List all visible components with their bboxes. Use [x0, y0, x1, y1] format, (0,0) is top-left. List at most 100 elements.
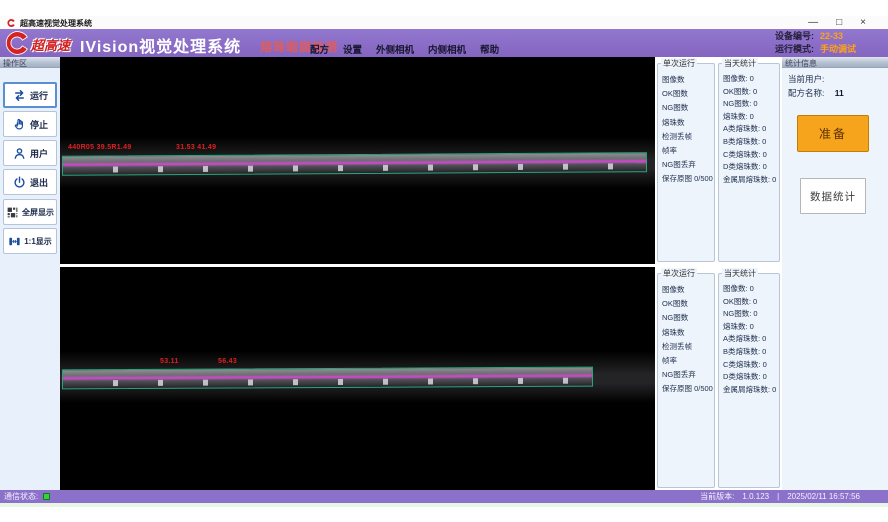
measurement-annotation: 440R05 39.5R1.49: [68, 144, 132, 151]
menu-item[interactable]: 配方: [310, 42, 329, 56]
run-mode-label: 运行模式:: [775, 43, 814, 56]
stop-button-label: 停止: [30, 118, 48, 131]
menu-item[interactable]: 帮助: [480, 42, 499, 56]
single-run-rows: 图像数OK图数NG图数熔珠数检测丢帧帧率NG图丢弃保存原图 0/500: [658, 274, 714, 397]
stat-row: NG图数: 0: [719, 98, 779, 111]
stats-panel-inner: 单次运行 图像数OK图数NG图数熔珠数检测丢帧帧率NG图丢弃保存原图 0/500…: [657, 267, 780, 490]
stat-row: 图像数: [658, 73, 714, 87]
run-button[interactable]: 运行: [3, 82, 57, 108]
stat-row: NG图丢弃: [658, 368, 714, 382]
recipe-name-label: 配方名称:: [788, 88, 824, 98]
daily-stats-rows: 图像数: 0OK图数: 0NG图数: 0熔珠数: 0A类熔珠数: 0B类熔珠数:…: [719, 274, 779, 396]
menu-item[interactable]: 内侧相机: [428, 42, 466, 56]
app-title: IVision视觉处理系统: [80, 33, 241, 57]
daily-stats-rows: 图像数: 0OK图数: 0NG图数: 0熔珠数: 0A类熔珠数: 0B类熔珠数:…: [719, 64, 779, 186]
camera-viewport-outer: 440R05 39.5R1.49 31.53 41.49: [60, 57, 655, 264]
statusbar-accent-strip: [0, 503, 888, 507]
exit-button[interactable]: 退出: [3, 169, 57, 195]
menu-item[interactable]: 外侧相机: [376, 42, 414, 56]
stat-row: B类熔珠数: 0: [719, 136, 779, 149]
statistics-info-title: 统计信息: [782, 57, 888, 68]
statistics-info-panel: 统计信息 当前用户: 配方名称: 11 准备 数据统计: [782, 57, 888, 490]
stat-row: A类熔珠数: 0: [719, 333, 779, 346]
titlebar: 超高速视觉处理系统 — □ ×: [0, 16, 888, 30]
single-run-groupbox: 单次运行 图像数OK图数NG图数熔珠数检测丢帧帧率NG图丢弃保存原图 0/500: [657, 63, 715, 262]
stat-row: 检测丢帧: [658, 130, 714, 144]
stat-row: NG图数: [658, 311, 714, 325]
application-window: 超高速视觉处理系统 — □ × 超高速 IVision视觉处理系统 熔珠端面检测…: [0, 0, 888, 522]
operation-panel-title: 操作区: [0, 57, 60, 68]
close-button[interactable]: ×: [860, 18, 866, 28]
stat-row: D类熔珠数: 0: [719, 371, 779, 384]
recipe-name-value: 11: [835, 88, 844, 98]
stat-row: NG图数: 0: [719, 308, 779, 321]
stat-row: 图像数: 0: [719, 283, 779, 296]
stop-icon: [12, 117, 27, 132]
header: 超高速 IVision视觉处理系统 熔珠端面检测 配方设置外侧相机内侧相机帮助 …: [0, 29, 888, 57]
stat-row: 图像数: 0: [719, 73, 779, 86]
prepare-button[interactable]: 准备: [797, 115, 869, 152]
fullscreen-button-label: 全屏显示: [22, 207, 54, 218]
window-title: 超高速视觉处理系统: [20, 18, 92, 29]
run-button-label: 运行: [30, 89, 48, 102]
statusbar: 通信状态: 当前版本: 1.0.123 | 2025/02/11 16:57:5…: [0, 490, 888, 503]
stats-panel-outer: 单次运行 图像数OK图数NG图数熔珠数检测丢帧帧率NG图丢弃保存原图 0/500…: [657, 57, 780, 264]
daily-stats-groupbox: 当天统计 图像数: 0OK图数: 0NG图数: 0熔珠数: 0A类熔珠数: 0B…: [718, 63, 780, 262]
stat-row: 熔珠数: [658, 116, 714, 130]
stat-row: 熔珠数: 0: [719, 111, 779, 124]
exit-button-label: 退出: [30, 176, 48, 189]
stat-row: 帧率: [658, 354, 714, 368]
stat-row: 熔珠数: 0: [719, 321, 779, 334]
stat-row: NG图数: [658, 101, 714, 115]
stat-row: 检测丢帧: [658, 340, 714, 354]
measurement-annotation: 53.11: [160, 358, 179, 365]
stat-row: 金属屑熔珠数: 0: [719, 384, 779, 397]
stat-row: 帧率: [658, 144, 714, 158]
stat-row: 金属屑熔珠数: 0: [719, 174, 779, 187]
version-label: 当前版本:: [700, 491, 734, 502]
recipe-name-row: 配方名称: 11: [788, 87, 844, 99]
operation-sidebar: 操作区 运行 停止 用户 退出: [0, 57, 60, 490]
stat-row: 保存原图 0/500: [658, 172, 714, 186]
user-icon: [12, 146, 27, 161]
device-number-label: 设备编号:: [775, 30, 814, 43]
stop-button[interactable]: 停止: [3, 111, 57, 137]
comm-status-indicator-icon: [43, 493, 50, 500]
minimize-button[interactable]: —: [808, 18, 818, 28]
strip-image-roi: [62, 367, 593, 390]
menu-item[interactable]: 设置: [343, 42, 362, 56]
brand-swoosh-icon: [3, 30, 30, 56]
maximize-button[interactable]: □: [836, 18, 842, 28]
single-run-rows: 图像数OK图数NG图数熔珠数检测丢帧帧率NG图丢弃保存原图 0/500: [658, 64, 714, 187]
brand-logo-text: 超高速: [31, 35, 70, 54]
user-button-label: 用户: [30, 147, 48, 160]
fullscreen-button[interactable]: 全屏显示: [3, 199, 57, 225]
stat-row: A类熔珠数: 0: [719, 123, 779, 136]
data-statistics-button[interactable]: 数据统计: [800, 178, 866, 214]
device-info: 设备编号: 22-33 运行模式: 手动调试: [775, 30, 862, 56]
run-icon: [12, 88, 27, 103]
statusbar-separator: |: [777, 492, 779, 501]
current-user-label: 当前用户:: [788, 74, 824, 84]
comm-status-label: 通信状态:: [4, 491, 38, 502]
fullscreen-icon: [6, 206, 19, 219]
run-mode-value: 手动调试: [820, 43, 862, 56]
device-number-value: 22-33: [820, 30, 862, 43]
stat-row: OK图数: 0: [719, 86, 779, 99]
datetime-value: 2025/02/11 16:57:56: [787, 492, 860, 501]
stat-row: NG图丢弃: [658, 158, 714, 172]
single-run-title: 单次运行: [661, 268, 697, 279]
stat-row: 熔珠数: [658, 326, 714, 340]
daily-stats-title: 当天统计: [722, 58, 758, 69]
exit-icon: [12, 175, 27, 190]
user-button[interactable]: 用户: [3, 140, 57, 166]
measurement-annotation: 56.43: [218, 358, 237, 365]
one-to-one-button[interactable]: 1:1显示: [3, 228, 57, 254]
stat-row: C类熔珠数: 0: [719, 149, 779, 162]
stat-row: B类熔珠数: 0: [719, 346, 779, 359]
current-user-row: 当前用户:: [788, 73, 824, 85]
app-logo-icon: [6, 18, 16, 28]
stat-row: OK图数: [658, 297, 714, 311]
single-run-title: 单次运行: [661, 58, 697, 69]
measurement-annotation: 31.53 41.49: [176, 144, 216, 151]
